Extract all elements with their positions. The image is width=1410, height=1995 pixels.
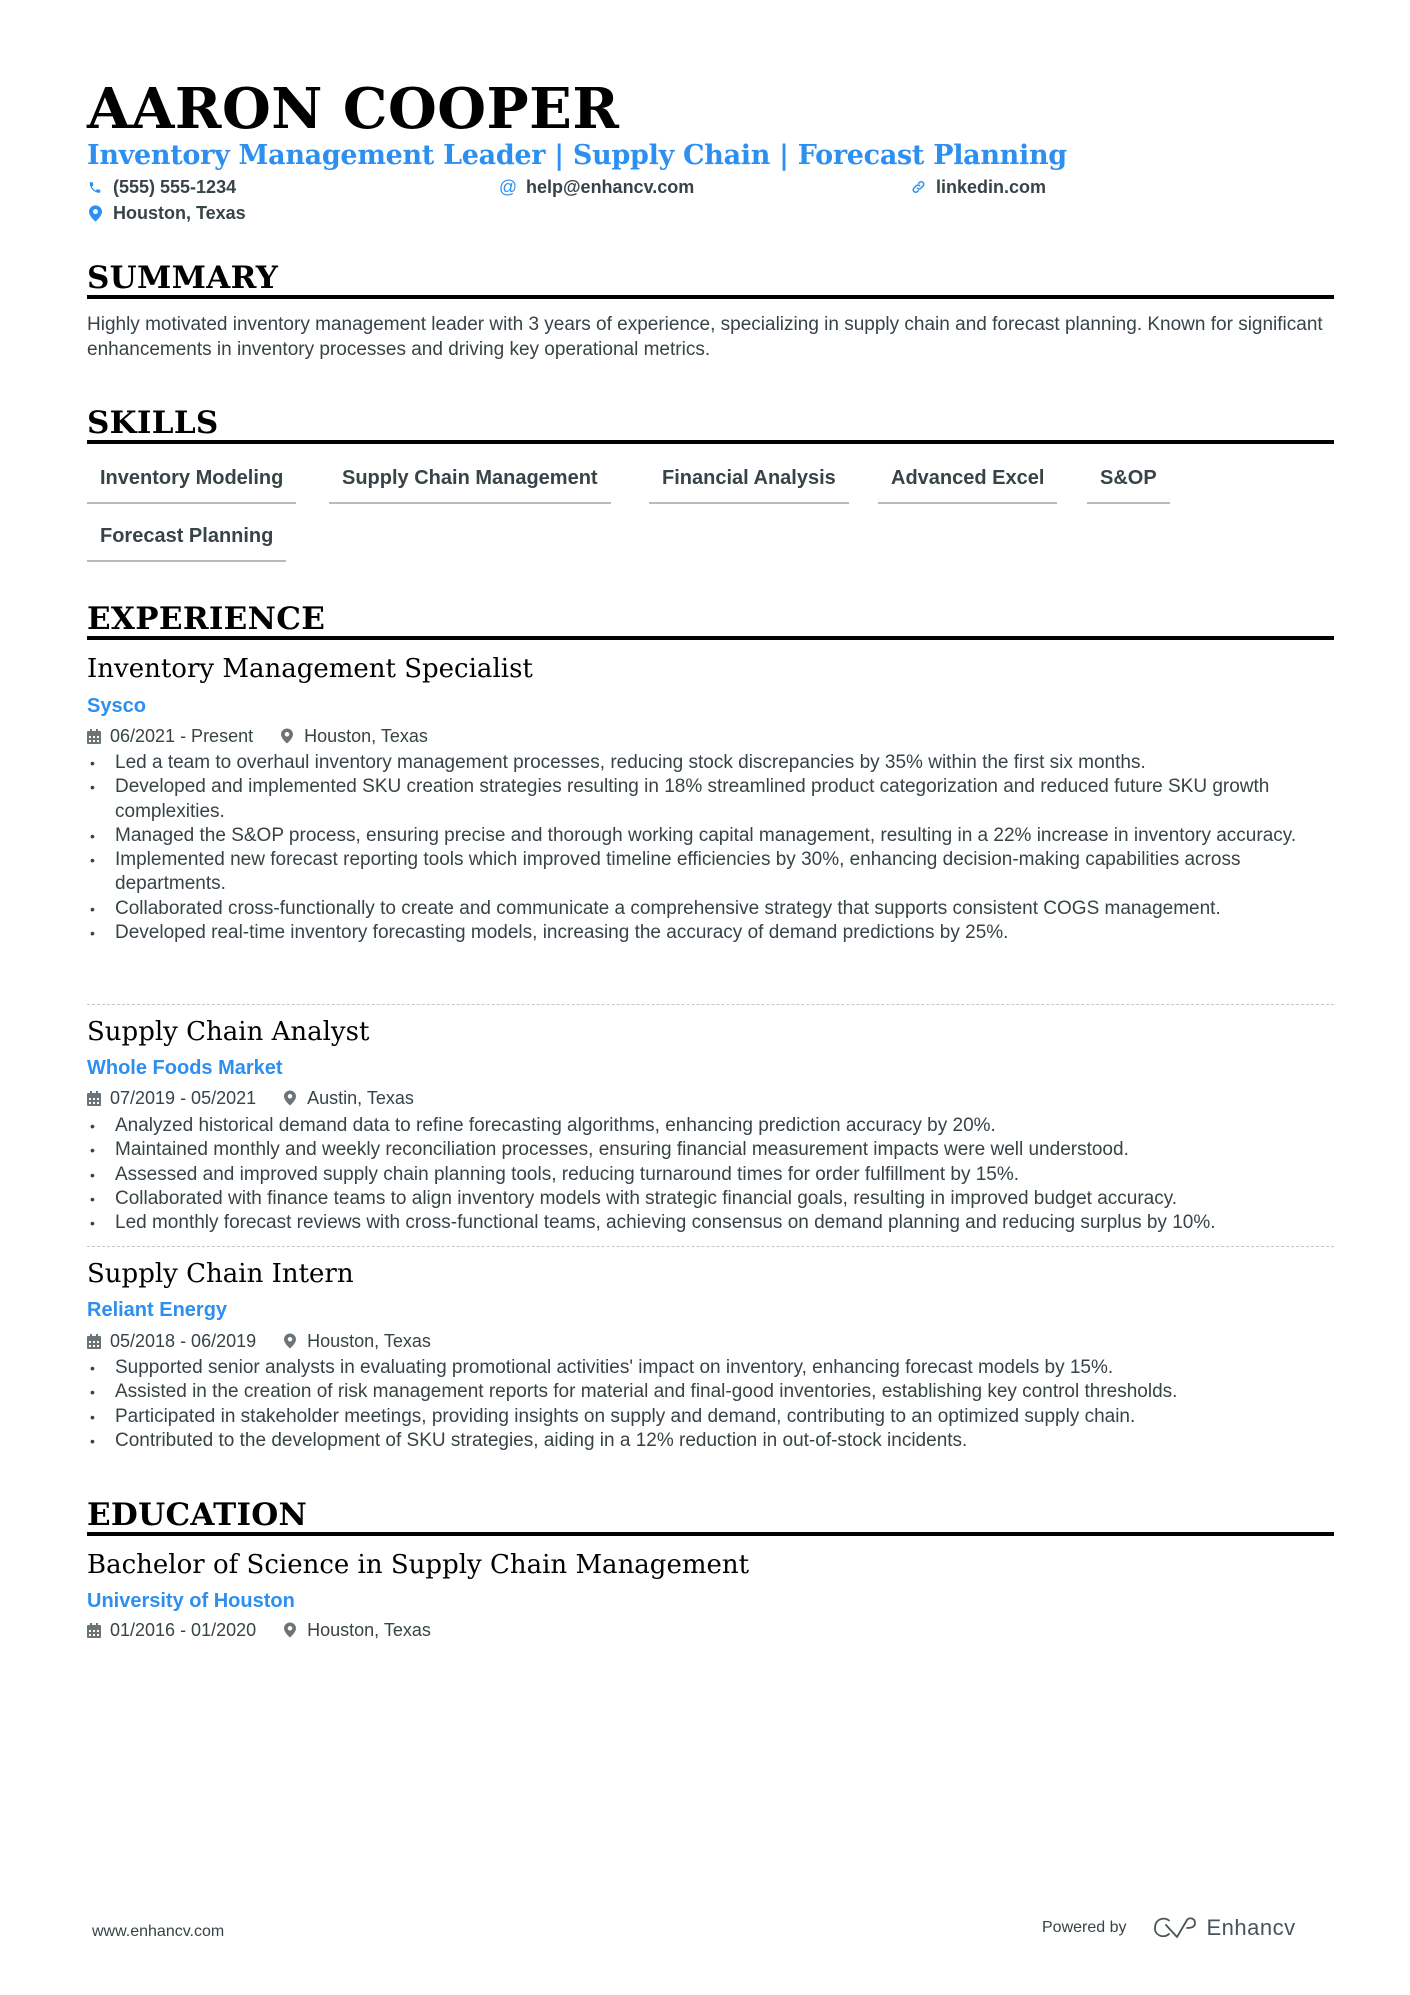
calendar-icon [87,728,101,744]
link-icon [910,178,926,196]
job-meta: 07/2019 - 05/2021 Austin, Texas [87,1086,414,1110]
skill-tag: Financial Analysis [649,465,849,504]
bullet-item: • Maintained monthly and weekly reconcili… [90,1139,1129,1161]
map-pin-icon [281,728,295,744]
bullet-item: • Led a team to overhaul inventory manage… [90,752,1146,773]
job-dates: 06/2021 - Present [110,726,254,746]
skills-heading: SKILLS [87,405,219,441]
candidate-headline: Inventory Management Leader | Supply Cha… [87,140,1067,171]
education-divider [87,1532,1334,1536]
contact-location: Houston, Texas [87,201,246,225]
job-location: Austin, Texas [307,1088,414,1108]
bullet-item: • Led monthly forecast reviews with cross… [90,1212,1216,1234]
skill-tag: Supply Chain Management [329,465,611,504]
summary-divider [87,295,1334,299]
footer-powered-by[interactable]: Powered by Enhancv [1042,1916,1296,1940]
bullet-item: • Supported senior analysts in evaluating… [90,1357,1114,1378]
summary-text: Highly motivated inventory management le… [87,314,1323,360]
bullet-item: • Collaborated with finance teams to alig… [90,1187,1178,1209]
job-bullets: • Led a team to overhaul inventory manage… [87,751,1334,945]
map-pin-icon [284,1622,298,1638]
summary-heading: SUMMARY [87,260,279,296]
experience-divider [87,636,1334,640]
enhancv-logo-icon [1153,1916,1199,1940]
education-meta: 01/2016 - 01/2020 Houston, Texas [87,1618,431,1642]
powered-by-label: Powered by [1042,1919,1127,1936]
company-name: Reliant Energy [87,1299,228,1321]
experience-heading: EXPERIENCE [87,601,326,637]
job-location: Houston, Texas [304,726,428,746]
company-name: Sysco [87,695,146,717]
bullet-item: • Contributed to the development of SKU s… [90,1429,968,1451]
brand-name: Enhancv [1206,1915,1296,1940]
linkedin-url: linkedin.com [936,177,1047,197]
calendar-icon [87,1622,101,1638]
email-address: help@enhancv.com [526,177,695,197]
job-bullets: • Analyzed historical demand data to refi… [87,1114,1334,1235]
education-dates: 01/2016 - 01/2020 [110,1620,257,1640]
job-title: Inventory Management Specialist [87,654,533,684]
job-meta: 06/2021 - Present Houston, Texas [87,724,428,748]
job-bullets: • Supported senior analysts in evaluating… [87,1356,1334,1453]
bullet-item: • Developed real-time inventory forecasti… [90,922,1009,944]
candidate-name: AARON COOPER [87,76,620,142]
skill-tag: Inventory Modeling [87,465,297,504]
contact-phone[interactable]: (555) 555-1234 [87,175,236,199]
calendar-icon [87,1333,101,1349]
phone-number: (555) 555-1234 [113,177,237,197]
bullet-item: • Developed and implemented SKU creation … [90,776,1270,822]
contact-email[interactable]: @ help@enhancv.com [498,175,695,199]
bullet-item: • Assisted in the creation of risk manage… [90,1381,1178,1403]
bullet-item: • Assessed and improved supply chain plan… [90,1163,1020,1185]
job-title: Supply Chain Intern [87,1259,354,1289]
map-pin-icon [284,1333,298,1349]
job-dates: 05/2018 - 06/2019 [110,1331,257,1351]
skill-tag: S&OP [1087,465,1170,504]
job-separator [87,1004,1334,1005]
school-name: University of Houston [87,1590,295,1612]
bullet-item: • Analyzed historical demand data to refi… [90,1115,996,1136]
company-name: Whole Foods Market [87,1057,283,1079]
location-text: Houston, Texas [113,203,246,223]
calendar-icon [87,1090,101,1106]
contact-linkedin[interactable]: linkedin.com [910,175,1046,199]
footer-website-link[interactable]: www.enhancv.com [92,1922,224,1942]
degree-title: Bachelor of Science in Supply Chain Mana… [87,1550,750,1580]
job-separator [87,1246,1334,1247]
bullet-item: • Managed the S&OP process, ensuring prec… [90,824,1297,846]
bullet-item: • Participated in stakeholder meetings, p… [90,1405,1136,1427]
education-location: Houston, Texas [307,1620,431,1640]
bullet-item: • Implemented new forecast reporting tool… [90,849,1241,895]
skills-divider [87,440,1334,444]
job-dates: 07/2019 - 05/2021 [110,1088,257,1108]
job-meta: 05/2018 - 06/2019 Houston, Texas [87,1329,431,1353]
at-icon: @ [498,177,518,197]
phone-icon [87,178,103,196]
job-title: Supply Chain Analyst [87,1017,370,1047]
map-pin-icon [284,1090,298,1106]
bullet-item: • Collaborated cross-functionally to crea… [90,897,1221,919]
map-pin-icon [87,204,103,222]
skill-tag: Advanced Excel [878,465,1058,504]
education-heading: EDUCATION [87,1497,308,1533]
job-location: Houston, Texas [307,1331,431,1351]
skill-tag: Forecast Planning [87,523,287,562]
